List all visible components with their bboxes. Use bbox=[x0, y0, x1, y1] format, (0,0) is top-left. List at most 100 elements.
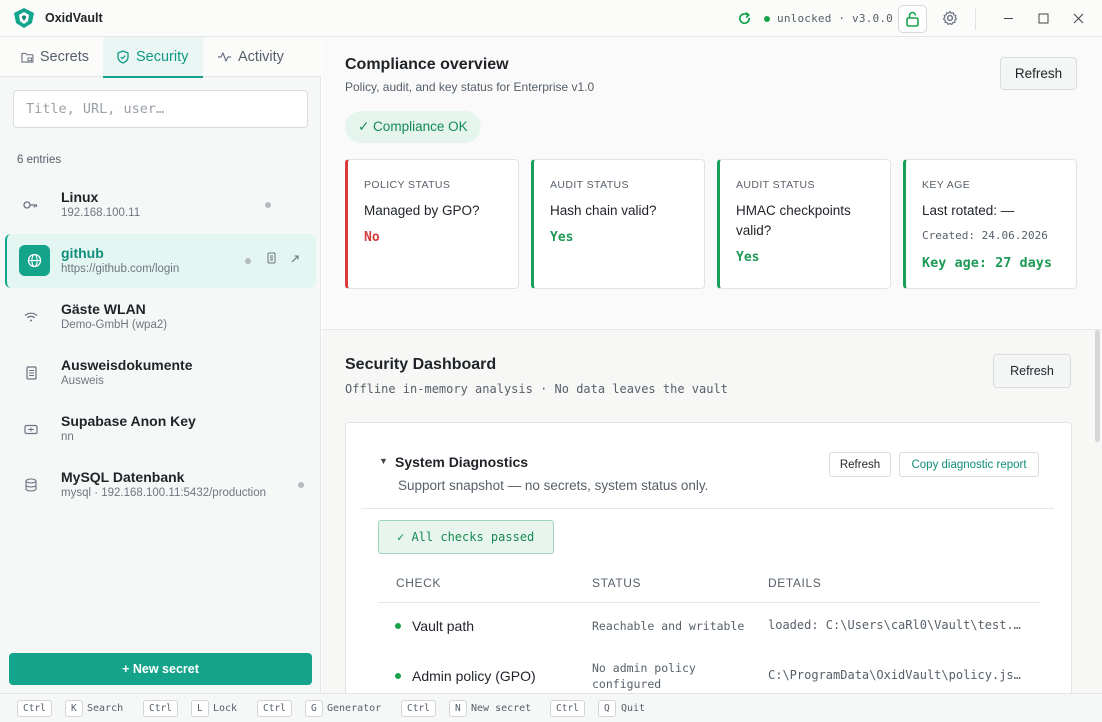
entries-count: 6 entries bbox=[17, 154, 62, 166]
card-value: Yes bbox=[550, 230, 574, 245]
shortcut-key: Q bbox=[598, 700, 616, 717]
tab-label: Secrets bbox=[39, 49, 89, 65]
entry-title: Linux bbox=[61, 189, 99, 205]
entry-subtitle: 192.168.100.11 bbox=[61, 207, 141, 219]
search-input[interactable] bbox=[13, 90, 308, 128]
new-secret-button[interactable]: + New secret bbox=[9, 653, 312, 685]
column-header-check: CHECK bbox=[396, 576, 442, 590]
card-label: KEY AGE bbox=[922, 179, 971, 191]
shortcut-search[interactable]: Search bbox=[87, 703, 123, 714]
lock-button[interactable] bbox=[898, 5, 927, 33]
entry-status-dot bbox=[245, 258, 251, 264]
dashboard-refresh-button[interactable]: Refresh bbox=[993, 354, 1071, 388]
dashboard-title: Security Dashboard bbox=[345, 356, 497, 373]
globe-icon bbox=[19, 245, 50, 276]
column-header-details: DETAILS bbox=[768, 576, 822, 590]
diagnostics-title: System Diagnostics bbox=[395, 454, 529, 470]
check-name: Admin policy (GPO) bbox=[412, 668, 536, 684]
card-title: Hash chain valid? bbox=[550, 203, 657, 218]
all-checks-passed-badge: ✓ All checks passed bbox=[378, 520, 554, 554]
gear-icon bbox=[942, 10, 958, 26]
collapse-caret-icon[interactable]: ▼ bbox=[379, 456, 388, 466]
shortcut-quit[interactable]: Quit bbox=[621, 703, 645, 714]
minimize-button[interactable] bbox=[989, 0, 1027, 37]
system-diagnostics-panel: ▼ System Diagnostics Support snapshot — … bbox=[345, 422, 1072, 693]
list-item-mysql-datenbank[interactable]: MySQL Datenbank mysql · 192.168.100.11:5… bbox=[5, 458, 316, 512]
list-item-ausweisdokumente[interactable]: Ausweisdokumente Ausweis bbox=[5, 346, 316, 400]
tab-label: Activity bbox=[238, 49, 284, 65]
app-title: OxidVault bbox=[45, 11, 103, 25]
open-url-icon[interactable] bbox=[291, 255, 299, 266]
diagnostics-subtitle: Support snapshot — no secrets, system st… bbox=[398, 478, 709, 493]
check-name: Vault path bbox=[412, 618, 475, 634]
entry-subtitle: Demo-GmbH (wpa2) bbox=[61, 319, 168, 331]
sidebar: Secrets Security Activity 6 entries Linu… bbox=[0, 37, 321, 693]
shortcut-lock[interactable]: Lock bbox=[213, 703, 237, 714]
close-button[interactable] bbox=[1059, 0, 1097, 37]
card-label: AUDIT STATUS bbox=[736, 179, 815, 191]
sidebar-tabs: Secrets Security Activity bbox=[0, 37, 321, 78]
entry-title: Gäste WLAN bbox=[61, 301, 146, 317]
maximize-icon bbox=[1038, 13, 1048, 24]
titlebar-separator bbox=[975, 8, 976, 30]
shield-icon bbox=[117, 50, 129, 64]
oxidvault-logo-icon bbox=[14, 8, 34, 28]
shortcut-new-secret[interactable]: New secret bbox=[471, 703, 531, 714]
api-key-icon bbox=[19, 418, 43, 440]
key-icon bbox=[19, 194, 43, 216]
compliance-refresh-button[interactable]: Refresh bbox=[1000, 57, 1077, 90]
shortcut-key: L bbox=[191, 700, 209, 717]
entry-subtitle: https://github.com/login bbox=[61, 263, 180, 275]
entry-title: MySQL Datenbank bbox=[61, 469, 185, 485]
settings-button[interactable] bbox=[940, 8, 960, 28]
list-item-linux[interactable]: Linux 192.168.100.11 bbox=[5, 178, 316, 232]
compliance-subtitle: Policy, audit, and key status for Enterp… bbox=[345, 80, 595, 94]
folder-lock-icon bbox=[21, 52, 34, 63]
activity-icon bbox=[218, 52, 231, 62]
copy-diagnostic-report-button[interactable]: Copy diagnostic report bbox=[899, 452, 1039, 477]
title-bar: OxidVault unlocked · v3.0.0 bbox=[0, 0, 1102, 37]
list-item-github[interactable]: github https://github.com/login bbox=[5, 234, 316, 288]
shortcut-key: Ctrl bbox=[257, 700, 292, 717]
audit-hmac-card: AUDIT STATUS HMAC checkpoints valid? Yes bbox=[717, 159, 891, 289]
policy-status-card: POLICY STATUS Managed by GPO? No bbox=[345, 159, 519, 289]
check-details: C:\ProgramData\OxidVault\policy.json bbox=[768, 668, 1024, 682]
vault-status-dot bbox=[764, 16, 770, 22]
vault-status-text: unlocked · v3.0.0 bbox=[777, 12, 893, 25]
compliance-status-badge: ✓ Compliance OK bbox=[345, 111, 481, 143]
entry-subtitle: nn bbox=[61, 431, 74, 443]
main-scrollbar[interactable] bbox=[1095, 330, 1100, 442]
check-status: No admin policy configured bbox=[592, 661, 696, 691]
card-label: POLICY STATUS bbox=[364, 179, 451, 191]
unlock-icon bbox=[906, 11, 919, 27]
diagnostics-refresh-button[interactable]: Refresh bbox=[829, 452, 891, 477]
tab-security[interactable]: Security bbox=[103, 37, 203, 78]
entry-subtitle: Ausweis bbox=[61, 375, 104, 387]
card-value: No bbox=[364, 230, 380, 245]
tab-activity[interactable]: Activity bbox=[203, 37, 321, 77]
shortcut-key: G bbox=[305, 700, 323, 717]
shortcut-key: Ctrl bbox=[17, 700, 52, 717]
tab-secrets[interactable]: Secrets bbox=[0, 37, 103, 77]
audit-hash-chain-card: AUDIT STATUS Hash chain valid? Yes bbox=[531, 159, 705, 289]
maximize-button[interactable] bbox=[1024, 0, 1062, 37]
list-item-supabase-anon-key[interactable]: Supabase Anon Key nn bbox=[5, 402, 316, 456]
shortcut-key: Ctrl bbox=[550, 700, 585, 717]
table-header-divider bbox=[378, 602, 1040, 603]
column-header-status: STATUS bbox=[592, 576, 642, 590]
check-ok-dot bbox=[395, 623, 401, 629]
shortcut-key: N bbox=[449, 700, 467, 717]
list-item-gaeste-wlan[interactable]: Gäste WLAN Demo-GmbH (wpa2) bbox=[5, 290, 316, 344]
shortcut-key: K bbox=[65, 700, 83, 717]
card-title: Managed by GPO? bbox=[364, 203, 480, 218]
copy-password-icon[interactable] bbox=[267, 252, 276, 267]
card-title: HMAC checkpoints valid? bbox=[736, 203, 851, 238]
shortcut-generator[interactable]: Generator bbox=[327, 703, 381, 714]
entry-title: github bbox=[61, 245, 104, 261]
key-age-card: KEY AGE Last rotated: — Created: 24.06.2… bbox=[903, 159, 1077, 289]
entry-status-dot bbox=[298, 482, 304, 488]
shortcut-bar: Ctrl K Search Ctrl L Lock Ctrl G Generat… bbox=[0, 693, 1102, 722]
sync-icon[interactable] bbox=[737, 11, 752, 26]
card-title: Last rotated: — bbox=[922, 203, 1015, 218]
card-created-date: Created: 24.06.2026 bbox=[922, 229, 1048, 242]
